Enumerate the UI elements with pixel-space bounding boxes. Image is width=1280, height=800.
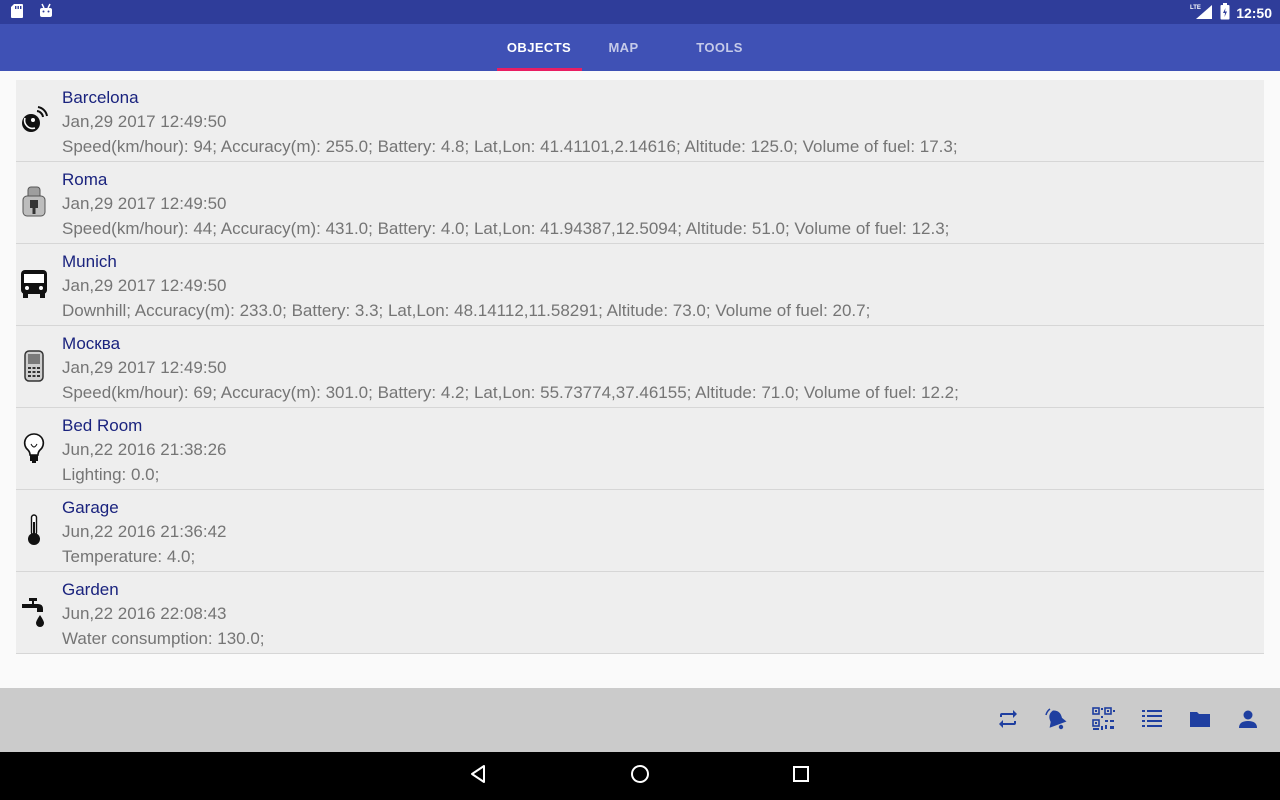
tab-objects[interactable]: OBJECTS	[496, 24, 582, 71]
tab-label: MAP	[608, 40, 639, 55]
qr-code-icon	[1092, 706, 1116, 736]
object-timestamp: Jan,29 2017 12:49:50	[62, 194, 227, 213]
network-label: LTE	[1190, 5, 1201, 11]
sd-card-icon	[10, 3, 24, 24]
android-icon	[38, 3, 54, 24]
folder-icon	[1188, 707, 1212, 736]
object-info: Downhill; Accuracy(m): 233.0; Battery: 3…	[62, 301, 871, 320]
object-name: Roma	[62, 170, 108, 189]
object-name: Munich	[62, 252, 117, 271]
alarm-bell-icon	[1044, 707, 1068, 736]
refresh-icon	[996, 707, 1020, 736]
list-item[interactable]: Munich Jan,29 2017 12:49:50 Downhill; Ac…	[16, 244, 1264, 326]
list-item[interactable]: Roma Jan,29 2017 12:49:50 Speed(km/hour)…	[16, 162, 1264, 244]
battery-icon	[1220, 2, 1230, 23]
object-info: Speed(km/hour): 44; Accuracy(m): 431.0; …	[62, 219, 950, 238]
refresh-button[interactable]	[995, 708, 1021, 734]
account-icon	[1236, 707, 1260, 736]
tab-indicator	[496, 68, 582, 71]
object-timestamp: Jan,29 2017 12:49:50	[62, 276, 227, 295]
back-icon	[468, 764, 488, 789]
mobile-phone-icon	[20, 350, 48, 382]
list-item[interactable]: Bed Room Jun,22 2016 21:38:26 Lighting: …	[16, 408, 1264, 490]
object-timestamp: Jun,22 2016 21:38:26	[62, 440, 227, 459]
qr-code-button[interactable]	[1091, 706, 1117, 736]
home-icon	[629, 763, 651, 790]
light-bulb-icon	[20, 432, 48, 464]
list-item[interactable]: Garage Jun,22 2016 21:36:42 Temperature:…	[16, 490, 1264, 572]
object-timestamp: Jun,22 2016 21:36:42	[62, 522, 227, 541]
water-tap-icon	[20, 596, 48, 628]
bus-icon	[20, 268, 48, 300]
status-bar: LTE 12:50	[0, 0, 1280, 24]
bottom-action-bar	[0, 688, 1280, 752]
tab-map[interactable]: MAP	[582, 24, 666, 71]
folder-button[interactable]	[1187, 708, 1213, 734]
tab-bar: OBJECTS MAP TOOLS	[0, 24, 1280, 71]
object-name: Москва	[62, 334, 121, 353]
object-timestamp: Jan,29 2017 12:49:50	[62, 112, 227, 131]
app-bar: OBJECTS MAP TOOLS	[0, 24, 1280, 71]
satellite-icon	[20, 104, 48, 136]
list-item[interactable]: Barcelona Jan,29 2017 12:49:50 Speed(km/…	[16, 80, 1264, 162]
object-info: Speed(km/hour): 94; Accuracy(m): 255.0; …	[62, 137, 958, 156]
thermometer-icon	[20, 514, 48, 546]
gps-tracker-icon	[20, 186, 48, 218]
clock: 12:50	[1236, 4, 1272, 21]
tab-tools[interactable]: TOOLS	[666, 24, 774, 71]
account-button[interactable]	[1235, 708, 1261, 734]
list-icon	[1140, 707, 1164, 736]
list-item[interactable]: Москва Jan,29 2017 12:49:50 Speed(km/hou…	[16, 326, 1264, 408]
object-name: Bed Room	[62, 416, 143, 435]
tab-label: OBJECTS	[506, 40, 572, 55]
object-timestamp: Jun,22 2016 22:08:43	[62, 604, 227, 623]
list-view-button[interactable]	[1139, 708, 1165, 734]
object-info: Water consumption: 130.0;	[62, 629, 265, 648]
navigation-bar	[0, 752, 1280, 800]
recents-button[interactable]	[789, 764, 813, 788]
back-button[interactable]	[466, 764, 490, 788]
object-name: Barcelona	[62, 88, 139, 107]
recents-icon	[791, 764, 811, 789]
lte-signal-icon: LTE	[1190, 2, 1214, 23]
object-name: Garden	[62, 580, 119, 599]
object-name: Garage	[62, 498, 119, 517]
tab-label: TOOLS	[696, 40, 743, 55]
object-info: Temperature: 4.0;	[62, 547, 196, 566]
object-info: Speed(km/hour): 69; Accuracy(m): 301.0; …	[62, 383, 959, 402]
objects-list: Barcelona Jan,29 2017 12:49:50 Speed(km/…	[16, 80, 1264, 654]
alarm-button[interactable]	[1043, 707, 1069, 736]
object-timestamp: Jan,29 2017 12:49:50	[62, 358, 227, 377]
object-info: Lighting: 0.0;	[62, 465, 160, 484]
list-item[interactable]: Garden Jun,22 2016 22:08:43 Water consum…	[16, 572, 1264, 654]
home-button[interactable]	[628, 764, 652, 788]
